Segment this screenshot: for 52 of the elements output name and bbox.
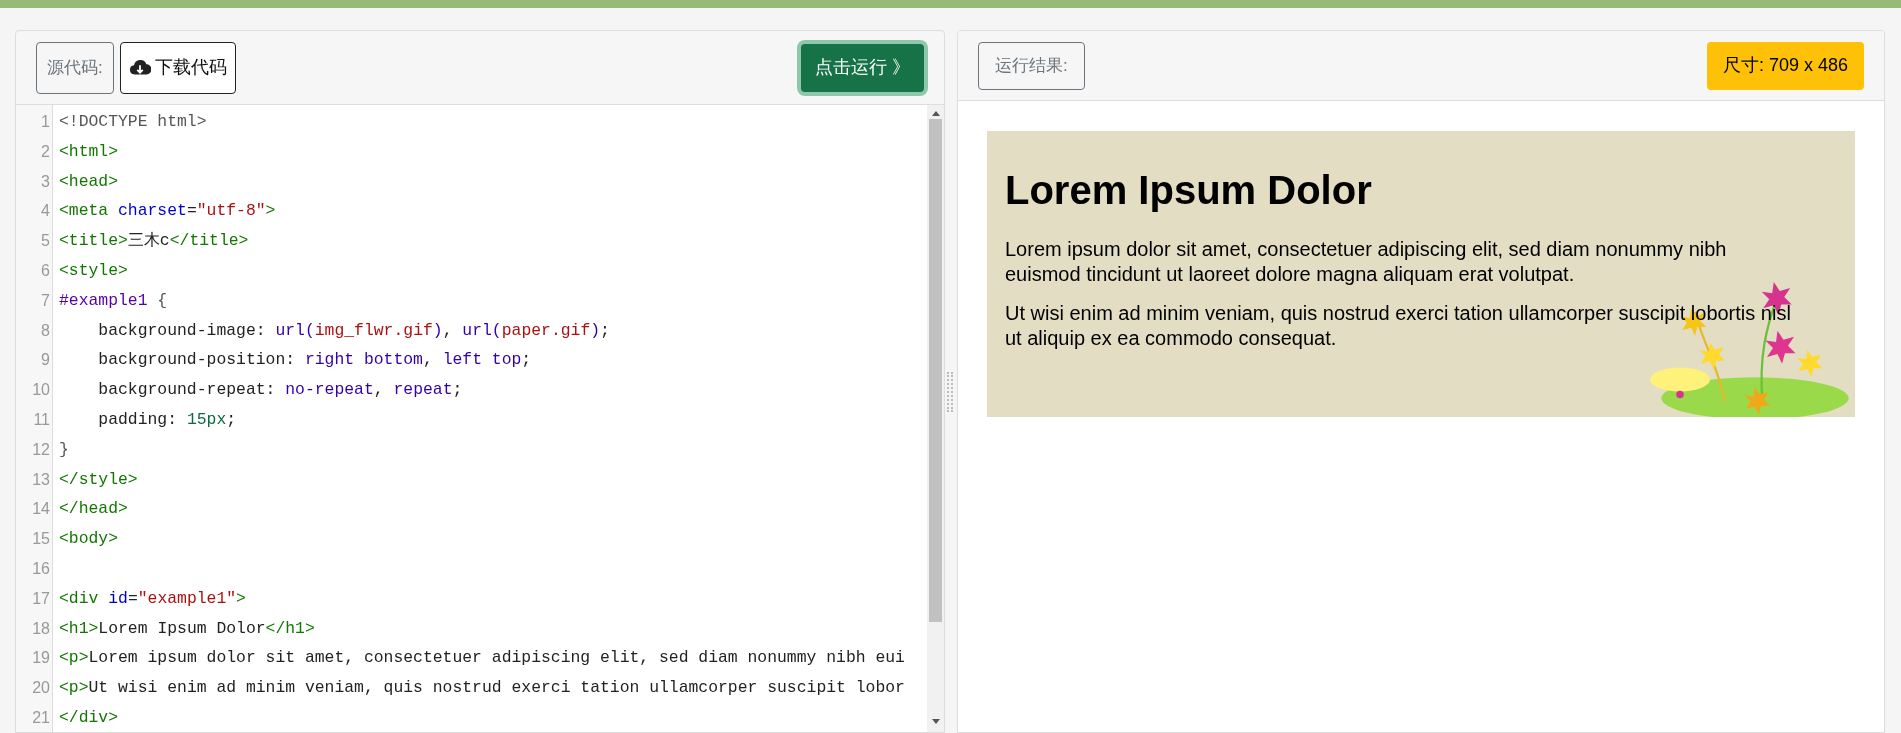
code-line: padding: 15px;	[97, 408, 238, 431]
line-number: 10	[31, 380, 51, 401]
download-code-button[interactable]: 下载代码	[119, 41, 236, 94]
line-number: 12	[31, 439, 51, 460]
code-line: <div id="example1">	[59, 587, 247, 610]
line-number: 5	[40, 231, 51, 252]
line-number: 2	[40, 141, 51, 162]
scrollbar-thumb[interactable]	[929, 119, 942, 622]
line-number: 16	[31, 558, 51, 579]
code-line: background-repeat: no-repeat, repeat;	[97, 379, 464, 402]
line-number: 8	[40, 320, 51, 341]
code-line: <html>	[59, 140, 120, 163]
result-label: 运行结果:	[978, 41, 1085, 90]
code-line: background-position: right bottom, left top;	[97, 349, 533, 372]
line-number: 7	[40, 290, 51, 311]
line-number: 15	[31, 529, 51, 550]
line-number: 19	[31, 648, 51, 669]
code-line: <head>	[59, 170, 120, 193]
code-line: <meta charset="utf-8">	[59, 200, 277, 223]
code-line: </head>	[59, 498, 129, 521]
line-number: 6	[40, 261, 51, 281]
line-number: 18	[31, 618, 51, 639]
line-number: 11	[32, 409, 51, 430]
preview-paragraph: Lorem ipsum dolor sit amet, consectetuer adipiscing elit, sed diam nonummy nibh euismod tincidunt ut laoreet dolore magna aliquam erat volutpat.	[1005, 237, 1728, 287]
source-code-label: 源代码:	[36, 41, 114, 94]
code-line: <title>三木c</title>	[59, 230, 250, 253]
code-line: background-image: url(img_flwr.gif), url(paper.gif);	[97, 319, 611, 342]
code-line: </div>	[59, 706, 120, 729]
scroll-up-icon[interactable]	[930, 109, 941, 117]
code-line: <p>Lorem ipsum dolor sit amet, consectetuer adipiscing elit, sed diam nonummy nibh eui	[59, 647, 906, 670]
line-number: 20	[31, 678, 51, 699]
line-number: 4	[40, 201, 51, 222]
code-line: <!DOCTYPE html>	[59, 111, 208, 133]
scrollbar[interactable]	[927, 105, 944, 732]
line-number: 21	[31, 707, 51, 728]
line-number: 17	[31, 588, 51, 609]
code-line: </style>	[59, 468, 139, 491]
code-line: <p>Ut wisi enim ad minim veniam, quis nostrud exerci tation ullamcorper suscipit lobor	[59, 677, 906, 700]
scroll-down-icon[interactable]	[930, 718, 941, 726]
line-number: 14	[31, 499, 51, 520]
resize-handle[interactable]	[947, 372, 953, 412]
code-line: #example1 {	[59, 289, 169, 312]
size-badge: 尺寸: 709 x 486	[1706, 41, 1864, 90]
line-number: 1	[40, 112, 51, 132]
preview-heading: Lorem Ipsum Dolor	[1005, 167, 1373, 214]
line-number: 13	[31, 469, 51, 490]
line-number: 3	[40, 171, 51, 192]
code-line: <h1>Lorem Ipsum Dolor</h1>	[59, 617, 316, 640]
code-line: <body>	[59, 528, 120, 551]
code-line: <style>	[59, 260, 129, 282]
line-number: 9	[40, 350, 51, 371]
code-line: }	[59, 438, 70, 461]
